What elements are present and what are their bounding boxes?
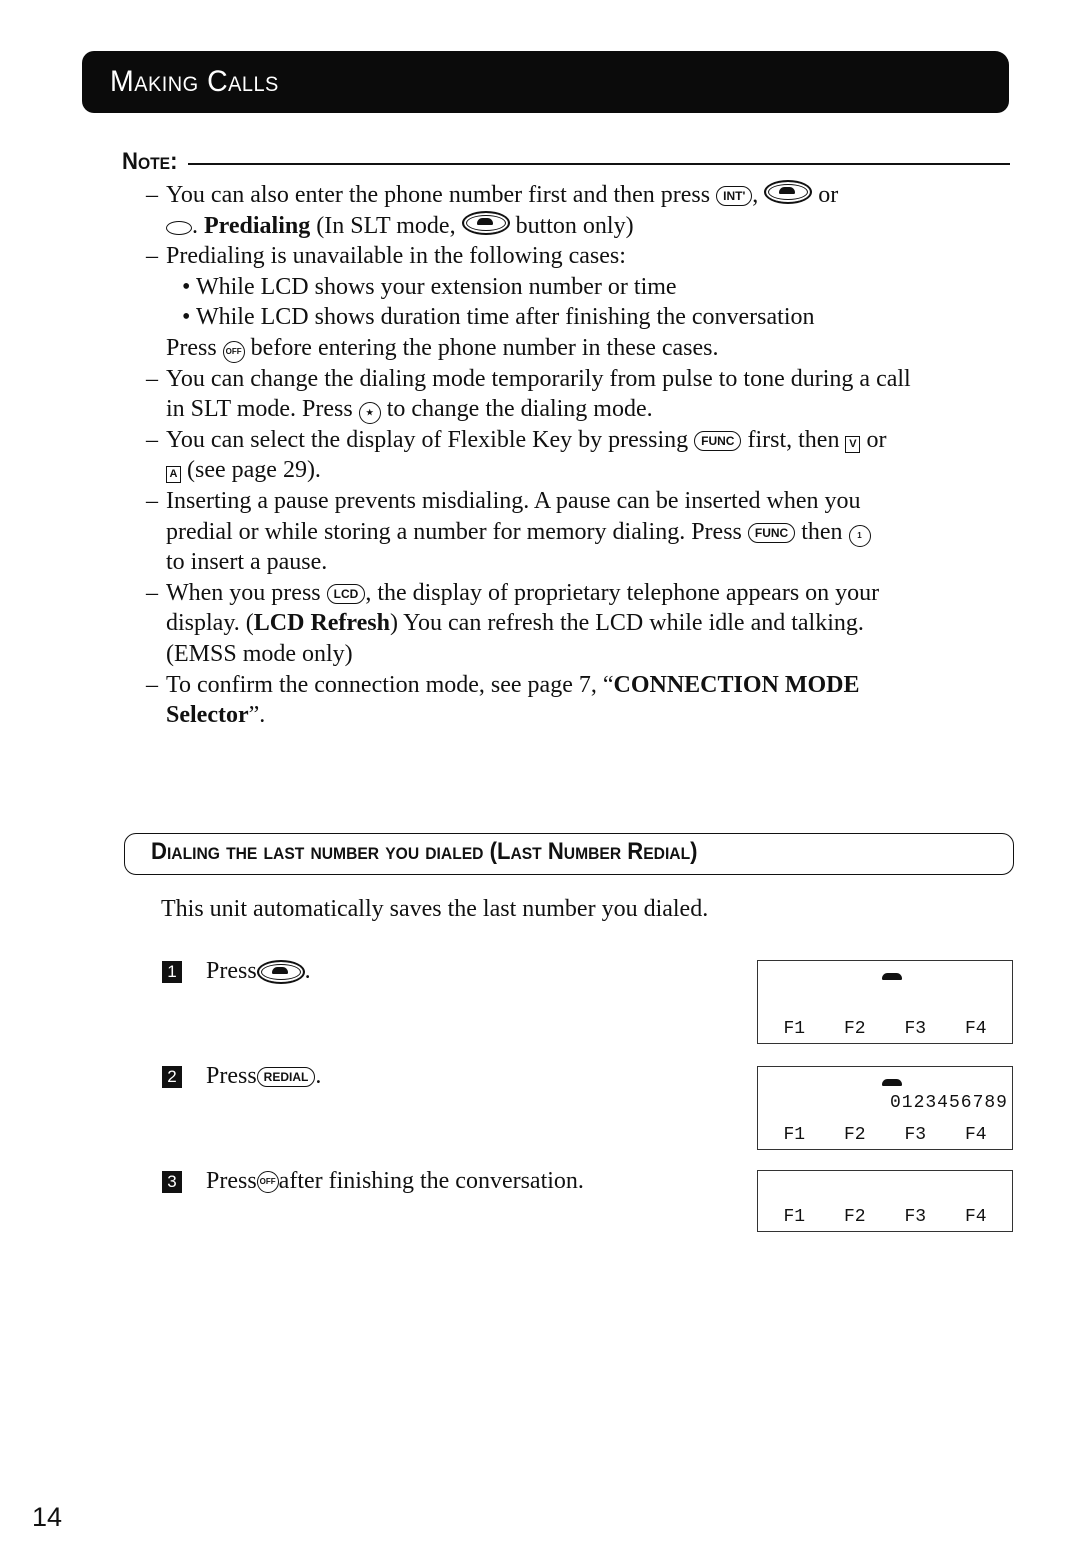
section-intro: This unit automatically saves the last n… — [161, 896, 709, 922]
step-2: 2 Press REDIAL. — [162, 1063, 321, 1090]
off-key-icon: OFF — [222, 340, 245, 363]
down-key-icon: V — [845, 435, 861, 453]
off-key-icon: OFF — [256, 1170, 279, 1193]
intercom-key-icon: INT' — [716, 186, 753, 206]
talk-key-icon — [256, 959, 305, 984]
step-1: 1 Press . — [162, 958, 311, 985]
handset-icon — [882, 973, 902, 980]
func-key-icon: FUNC — [694, 430, 742, 451]
handset-icon — [882, 1079, 902, 1086]
lcd-screen-1: F1 F2 F3 F4 — [757, 960, 1013, 1044]
step-number: 1 — [162, 960, 182, 983]
redial-key-icon: REDIAL — [256, 1066, 316, 1087]
lcd-number: 0123456789 — [889, 1093, 1008, 1113]
pause-key-icon: 1 — [848, 524, 871, 547]
note-item: – When you press LCD, the display of prop… — [146, 579, 880, 667]
flexible-key-icon — [166, 220, 192, 235]
note-label: Note: — [122, 148, 178, 175]
talk-key-icon — [461, 210, 510, 235]
tone-key-icon: ★ — [358, 402, 381, 425]
section-header: Dialing the last number you dialed (Last… — [124, 833, 1014, 875]
step-number: 3 — [162, 1170, 182, 1193]
lcd-screen-3: F1 F2 F3 F4 — [757, 1170, 1013, 1232]
func-key-icon: FUNC — [747, 522, 796, 543]
fkey-row: F1 F2 F3 F4 — [783, 1207, 987, 1227]
page-number: 14 — [32, 1502, 63, 1532]
page-title: Making Calls — [110, 65, 279, 98]
note-item: – To confirm the connection mode, see pag… — [146, 671, 860, 729]
lcd-screen-2: 0123456789 F1 F2 F3 F4 — [757, 1066, 1013, 1150]
bullet-item: • While LCD shows your extension number … — [182, 273, 677, 300]
note-header: Note: — [122, 148, 1010, 176]
section-banner: Making Calls — [82, 51, 1009, 113]
note-item: – You can change the dialing mode tempora… — [146, 365, 911, 425]
talk-key-icon — [764, 180, 813, 204]
note-item: – You can select the display of Flexible … — [146, 426, 887, 484]
note-list: – You can also enter the phone number fi… — [146, 180, 1016, 731]
note-item: – Predialing is unavailable in the follow… — [146, 241, 1016, 363]
lcd-key-icon: LCD — [326, 583, 366, 604]
up-key-icon: A — [166, 466, 181, 484]
bullet-item: • While LCD shows duration time after fi… — [182, 304, 815, 331]
step-3: 3 Press OFF after finishing the conversa… — [162, 1168, 584, 1195]
note-divider — [188, 163, 1010, 165]
fkey-row: F1 F2 F3 F4 — [783, 1019, 987, 1039]
section-title: Dialing the last number you dialed (Last… — [151, 838, 698, 865]
note-item: – You can also enter the phone number fi… — [146, 180, 839, 239]
step-number: 2 — [162, 1065, 182, 1088]
note-item: – Inserting a pause prevents misdialing. … — [146, 486, 1016, 578]
fkey-row: F1 F2 F3 F4 — [783, 1125, 987, 1145]
